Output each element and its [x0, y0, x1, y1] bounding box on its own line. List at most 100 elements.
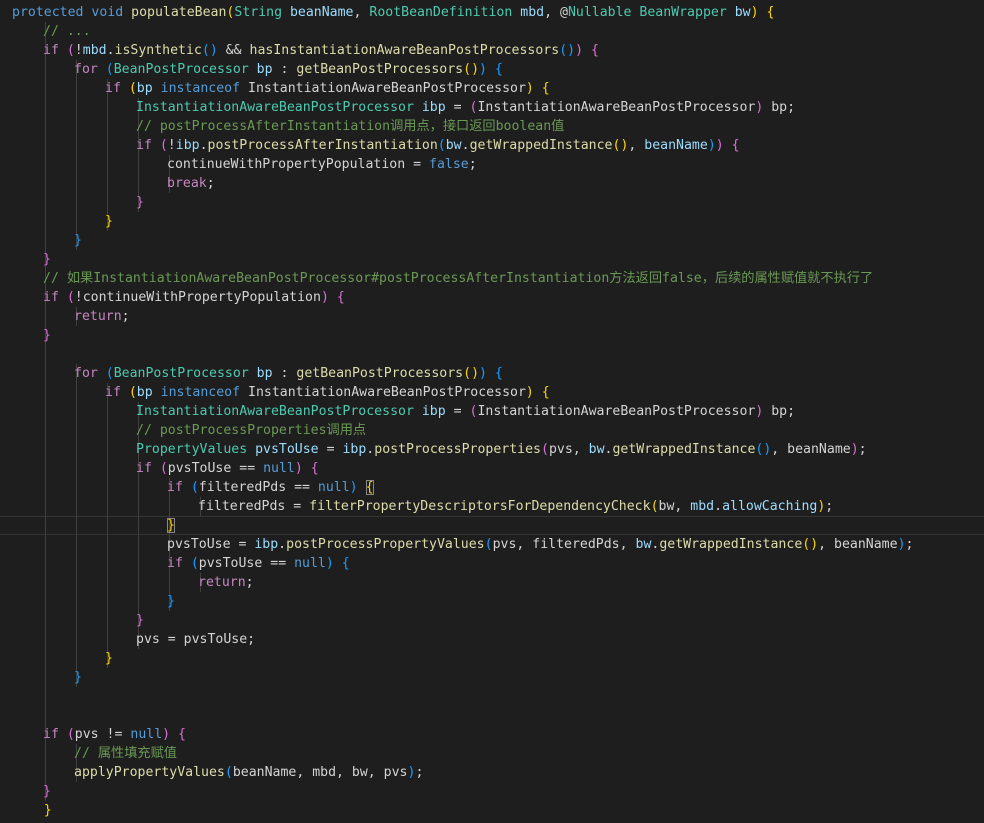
code-line[interactable]: [0, 345, 984, 364]
code-line[interactable]: // 如果InstantiationAwareBeanPostProcessor…: [0, 269, 984, 288]
code-token: null: [294, 556, 326, 571]
code-comment: // postProcessProperties调用点: [136, 423, 367, 438]
code-line[interactable]: }: [0, 250, 984, 269]
code-token: }: [105, 651, 113, 666]
code-editor[interactable]: protected void populateBean (String beanN…: [0, 0, 984, 823]
indent-guide: [45, 630, 46, 649]
indent-guide: [45, 459, 46, 478]
code-token: ibp: [175, 138, 200, 153]
code-token: getWrappedInstance: [469, 138, 613, 153]
code-line[interactable]: if (bp instanceof InstantiationAwareBean…: [0, 383, 984, 402]
code-token: {: [590, 43, 599, 58]
code-line[interactable]: protected void populateBean(String beanN…: [0, 3, 984, 22]
code-line[interactable]: }: [0, 592, 984, 611]
code-comment: // 属性填充赋值: [74, 746, 177, 761]
indent-guide: [107, 402, 108, 421]
code-token: protected: [12, 5, 84, 20]
code-token: }: [43, 803, 52, 818]
code-line[interactable]: // ...: [0, 22, 984, 41]
code-token: filterPropertyDescriptorsForDependencyCh…: [309, 499, 651, 514]
code-text: }: [12, 801, 52, 820]
code-text: for (BeanPostProcessor bp : getBeanPostP…: [74, 364, 503, 383]
code-comment: // ...: [43, 24, 91, 39]
code-line[interactable]: break;: [0, 174, 984, 193]
code-token: pvs, filteredPds,: [492, 537, 636, 552]
code-line[interactable]: PropertyValues pvsToUse = ibp.postProces…: [0, 440, 984, 459]
code-line[interactable]: [0, 687, 984, 706]
indent-guide: [45, 421, 46, 440]
code-token: ;: [121, 309, 130, 324]
code-line[interactable]: InstantiationAwareBeanPostProcessor ibp …: [0, 402, 984, 421]
code-token: ibp: [342, 442, 367, 457]
code-line[interactable]: InstantiationAwareBeanPostProcessor ibp …: [0, 98, 984, 117]
code-line[interactable]: }: [0, 611, 984, 630]
code-line[interactable]: if (pvs != null) {: [0, 725, 984, 744]
code-line[interactable]: filteredPds = filterPropertyDescriptorsF…: [0, 497, 984, 516]
code-line[interactable]: }: [0, 193, 984, 212]
code-text: if (pvsToUse == null) {: [167, 554, 350, 573]
code-token: hasInstantiationAwareBeanPostProcessors: [249, 43, 560, 58]
code-token: (: [66, 727, 75, 742]
code-line[interactable]: // 属性填充赋值: [0, 744, 984, 763]
code-line[interactable]: // postProcessProperties调用点: [0, 421, 984, 440]
code-token: {: [541, 385, 550, 400]
code-token: ): [897, 537, 906, 552]
indent-guide: [45, 706, 46, 725]
code-line[interactable]: }: [0, 212, 984, 231]
code-line[interactable]: }: [0, 326, 984, 345]
indent-guide: [107, 554, 108, 573]
code-line[interactable]: return;: [0, 307, 984, 326]
code-line[interactable]: pvs = pvsToUse;: [0, 630, 984, 649]
code-line[interactable]: if (pvsToUse == null) {: [0, 459, 984, 478]
code-line[interactable]: for (BeanPostProcessor bp : getBeanPostP…: [0, 60, 984, 79]
code-text: if (pvs != null) {: [43, 725, 186, 744]
code-line[interactable]: if (!continueWithPropertyPopulation) {: [0, 288, 984, 307]
code-token: (: [105, 366, 114, 381]
code-token: postProcessProperties: [374, 442, 541, 457]
indent-guide: [45, 573, 46, 592]
code-line[interactable]: for (BeanPostProcessor bp : getBeanPostP…: [0, 364, 984, 383]
code-line[interactable]: }: [0, 668, 984, 687]
code-line[interactable]: }: [0, 231, 984, 250]
code-line[interactable]: }: [0, 516, 984, 535]
code-line[interactable]: if (!mbd.isSynthetic() && hasInstantiati…: [0, 41, 984, 60]
code-line[interactable]: if (pvsToUse == null) {: [0, 554, 984, 573]
code-text: // postProcessAfterInstantiation调用点，接口返回…: [136, 117, 564, 136]
code-token: ;: [468, 157, 477, 172]
code-line[interactable]: [0, 706, 984, 725]
code-line[interactable]: applyPropertyValues(beanName, mbd, bw, p…: [0, 763, 984, 782]
code-token: if: [136, 461, 152, 476]
indent-guide: [76, 459, 77, 478]
code-line[interactable]: }: [0, 782, 984, 801]
code-text: if (bp instanceof InstantiationAwareBean…: [105, 79, 550, 98]
indent-guide: [107, 573, 108, 592]
indent-guide: [107, 535, 108, 554]
indent-guide: [138, 592, 139, 611]
code-line[interactable]: if (filteredPds == null) {: [0, 478, 984, 497]
code-line[interactable]: continueWithPropertyPopulation = false;: [0, 155, 984, 174]
indent-guide: [76, 573, 77, 592]
code-token: (: [128, 81, 137, 96]
code-token: getBeanPostProcessors: [296, 62, 464, 77]
code-line[interactable]: }: [0, 801, 984, 820]
code-line[interactable]: return;: [0, 573, 984, 592]
code-token: filteredPds =: [198, 499, 310, 514]
code-line[interactable]: // postProcessAfterInstantiation调用点，接口返回…: [0, 117, 984, 136]
code-token: ): [162, 727, 171, 742]
indent-guide: [45, 117, 46, 136]
code-line[interactable]: if (bp instanceof InstantiationAwareBean…: [0, 79, 984, 98]
code-token: .: [714, 499, 723, 514]
indent-guide: [45, 497, 46, 516]
code-text: if (bp instanceof InstantiationAwareBean…: [105, 383, 550, 402]
indent-guide: [76, 383, 77, 402]
code-line[interactable]: if (!ibp.postProcessAfterInstantiation(b…: [0, 136, 984, 155]
code-line[interactable]: }: [0, 649, 984, 668]
code-line[interactable]: pvsToUse = ibp.postProcessPropertyValues…: [0, 535, 984, 554]
code-token: ): [715, 138, 724, 153]
